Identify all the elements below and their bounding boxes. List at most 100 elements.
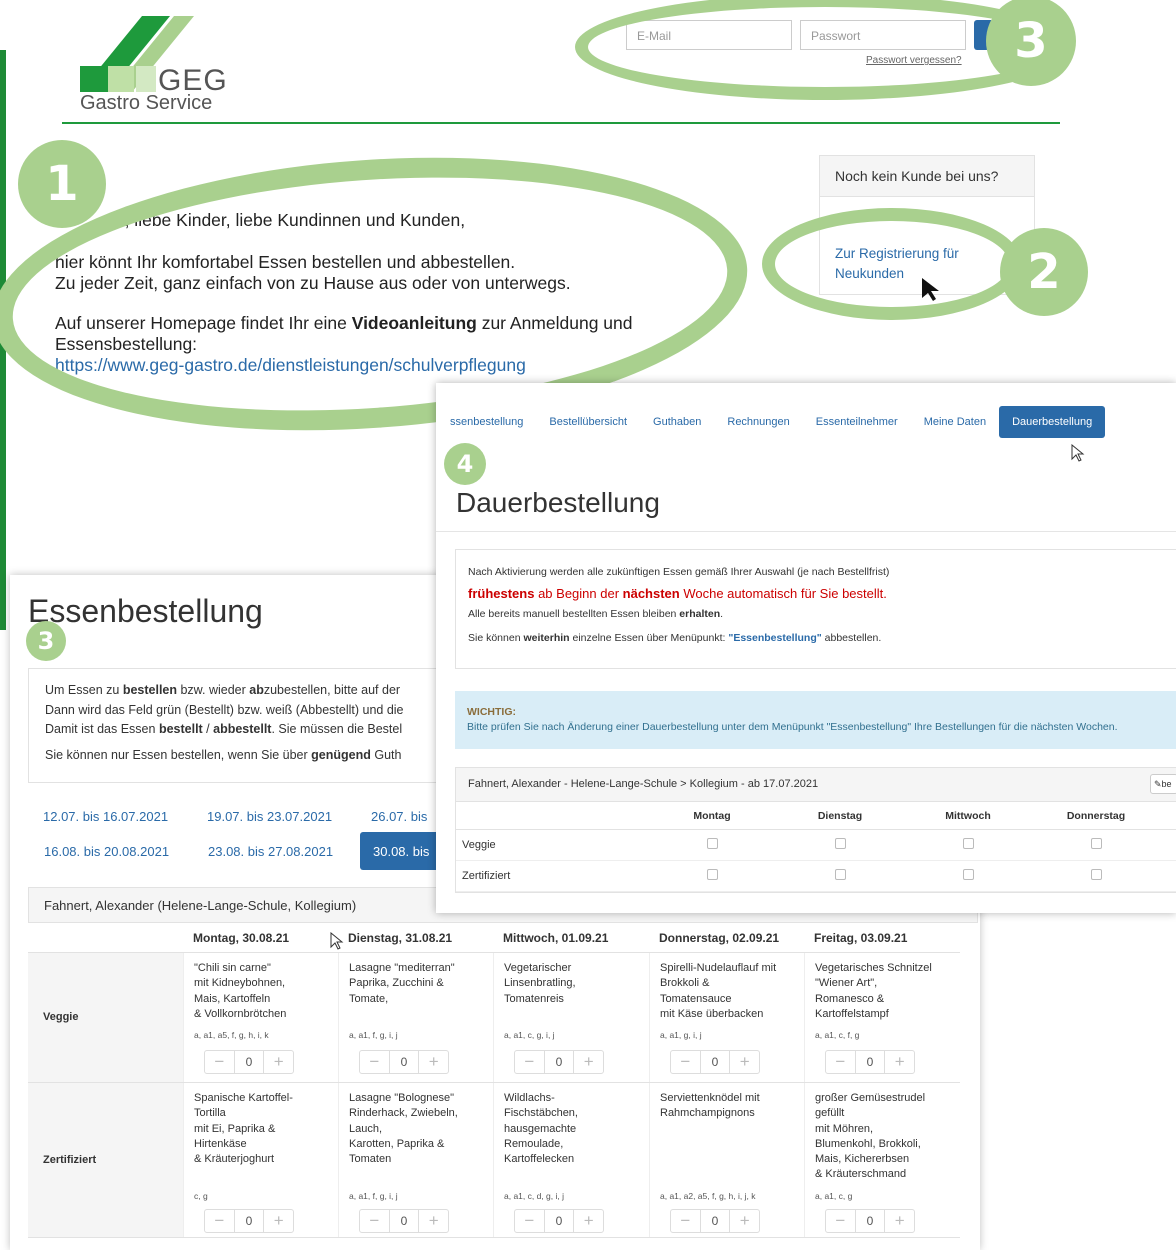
day-checkbox[interactable] — [706, 838, 718, 849]
meal-cell: Vegetarischer Linsenbratling, Tomatenrei… — [493, 953, 649, 1082]
quantity-stepper[interactable]: −0 + — [204, 1050, 294, 1074]
quantity-stepper[interactable]: −0 + — [825, 1209, 915, 1233]
meal-name: Wildlachs- Fischstäbchen, hausgemachte R… — [504, 1092, 578, 1166]
edit-button[interactable]: ✎be — [1150, 774, 1176, 794]
plus-icon[interactable]: + — [885, 1052, 914, 1072]
quantity-stepper[interactable]: −0 + — [670, 1209, 760, 1233]
plus-icon[interactable]: + — [264, 1211, 293, 1231]
mouse-pointer-icon — [330, 932, 344, 950]
dauer-info-box: Nach Aktivierung werden alle zukünftigen… — [455, 549, 1176, 669]
highlight-ring-register — [762, 208, 1022, 320]
quantity-stepper[interactable]: −0 + — [514, 1209, 604, 1233]
wichtig-alert: WICHTIG: Bitte prüfen Sie nach Änderung … — [455, 691, 1176, 749]
meal-allergens: a, a1, c, d, g, i, j — [504, 1191, 565, 1201]
minus-icon[interactable]: − — [826, 1211, 855, 1231]
meal-cell: Serviettenknödel mit Rahmchampignons a, a… — [649, 1083, 804, 1237]
meal-allergens: a, a1, c, g — [815, 1191, 853, 1201]
header-divider — [62, 122, 1060, 124]
quantity-value: 0 — [543, 1051, 575, 1073]
tab-meine-daten[interactable]: Meine Daten — [911, 406, 999, 438]
day-checkbox[interactable] — [962, 869, 974, 880]
day-checkbox[interactable] — [1090, 869, 1102, 880]
meal-allergens: c, g — [194, 1191, 208, 1201]
quantity-stepper[interactable]: −0 + — [825, 1050, 915, 1074]
logo-subtitle: Gastro Service — [80, 92, 213, 114]
day-header: Montag, 30.08.21 — [193, 931, 290, 945]
day-header: Mittwoch, 01.09.21 — [503, 931, 609, 945]
plus-icon[interactable]: + — [730, 1211, 759, 1231]
week-link[interactable]: 12.07. bis 16.07.2021 — [43, 809, 168, 824]
step-badge-2: 2 — [1000, 228, 1088, 316]
tab-essenteilnehmer[interactable]: Essenteilnehmer — [803, 406, 911, 438]
quantity-value: 0 — [854, 1210, 886, 1232]
meal-name: Serviettenknödel mit Rahmchampignons — [660, 1092, 760, 1120]
meal-name: "Chili sin carne" mit Kidneybohnen, Mais… — [194, 962, 287, 1020]
meal-name: Lasagne "mediterran" Paprika, Zucchini &… — [349, 962, 455, 1005]
dauer-title: Dauerbestellung — [456, 487, 660, 518]
plus-icon[interactable]: + — [264, 1052, 293, 1072]
meal-cell: Lasagne "Bolognese" Rinderhack, Zwiebeln… — [338, 1083, 493, 1237]
quantity-value: 0 — [699, 1051, 731, 1073]
week-link[interactable]: 19.07. bis 23.07.2021 — [207, 809, 332, 824]
quantity-stepper[interactable]: −0 + — [670, 1050, 760, 1074]
plus-icon[interactable]: + — [419, 1211, 448, 1231]
meal-allergens: a, a1, g, i, j — [660, 1030, 702, 1040]
dauer-row: Veggie — [456, 830, 1176, 861]
plus-icon[interactable]: + — [574, 1052, 603, 1072]
day-header: Freitag, 03.09.21 — [814, 931, 908, 945]
dauerbestellung-panel: ssenbestellung Bestellübersicht Guthaben… — [436, 383, 1176, 913]
essen-info-box: Um Essen zu bestellen bzw. wieder abzube… — [28, 668, 448, 783]
quantity-stepper[interactable]: −0 + — [359, 1050, 449, 1074]
quantity-value: 0 — [388, 1210, 420, 1232]
register-header: Noch kein Kunde bei uns? — [820, 156, 1034, 197]
tab-essenbestellung[interactable]: ssenbestellung — [444, 406, 536, 438]
quantity-stepper[interactable]: −0 + — [359, 1209, 449, 1233]
minus-icon[interactable]: − — [360, 1211, 389, 1231]
essen-title: Essenbestellung — [28, 593, 263, 629]
day-checkbox[interactable] — [834, 838, 846, 849]
week-link[interactable]: 26.07. bis — [371, 809, 427, 824]
quantity-value: 0 — [233, 1051, 265, 1073]
day-checkbox[interactable] — [834, 869, 846, 880]
meal-cell: Spanische Kartoffel- Tortilla mit Ei, Pa… — [183, 1083, 338, 1237]
plus-icon[interactable]: + — [574, 1211, 603, 1231]
meal-name: Spanische Kartoffel- Tortilla mit Ei, Pa… — [194, 1092, 293, 1166]
minus-icon[interactable]: − — [205, 1052, 234, 1072]
tab-dauerbestellung[interactable]: Dauerbestellung — [999, 406, 1106, 438]
week-link[interactable]: 23.08. bis 27.08.2021 — [208, 844, 333, 859]
meal-name: Vegetarisches Schnitzel "Wiener Art", Ro… — [815, 962, 932, 1020]
plus-icon[interactable]: + — [730, 1052, 759, 1072]
meal-name: großer Gemüsestrudel gefüllt mit Möhren,… — [815, 1092, 926, 1181]
meal-cell: "Chili sin carne" mit Kidneybohnen, Mais… — [183, 953, 338, 1082]
minus-icon[interactable]: − — [671, 1052, 700, 1072]
edit-icon: ✎ — [1154, 779, 1162, 789]
minus-icon[interactable]: − — [671, 1211, 700, 1231]
quantity-stepper[interactable]: −0 + — [514, 1050, 604, 1074]
week-link[interactable]: 16.08. bis 20.08.2021 — [44, 844, 169, 859]
minus-icon[interactable]: − — [360, 1052, 389, 1072]
day-checkbox[interactable] — [962, 838, 974, 849]
meal-allergens: a, a1, f, g, i, j — [349, 1030, 398, 1040]
minus-icon[interactable]: − — [515, 1211, 544, 1231]
quantity-stepper[interactable]: −0 + — [204, 1209, 294, 1233]
quantity-value: 0 — [388, 1051, 420, 1073]
dauer-day-header: Donnerstag — [1066, 810, 1126, 822]
tab-rechnungen[interactable]: Rechnungen — [714, 406, 802, 438]
meal-grid: Montag, 30.08.21 Dienstag, 31.08.21 Mitt… — [28, 923, 960, 1238]
minus-icon[interactable]: − — [205, 1211, 234, 1231]
meal-row: Veggie "Chili sin carne" mit Kidneybohnen… — [28, 953, 960, 1083]
meal-row-label: Zertifiziert — [28, 1083, 183, 1237]
plus-icon[interactable]: + — [419, 1052, 448, 1072]
tab-bestelluebersicht[interactable]: Bestellübersicht — [536, 406, 640, 438]
dauer-table: Fahnert, Alexander - Helene-Lange-Schule… — [455, 767, 1176, 893]
day-checkbox[interactable] — [706, 869, 718, 880]
meal-name: Vegetarischer Linsenbratling, Tomatenrei… — [504, 962, 576, 1005]
quantity-value: 0 — [699, 1210, 731, 1232]
minus-icon[interactable]: − — [826, 1052, 855, 1072]
day-checkbox[interactable] — [1090, 838, 1102, 849]
dauer-day-header: Mittwoch — [945, 810, 991, 822]
minus-icon[interactable]: − — [515, 1052, 544, 1072]
tab-guthaben[interactable]: Guthaben — [640, 406, 714, 438]
plus-icon[interactable]: + — [885, 1211, 914, 1231]
dauer-row: Zertifiziert — [456, 861, 1176, 892]
